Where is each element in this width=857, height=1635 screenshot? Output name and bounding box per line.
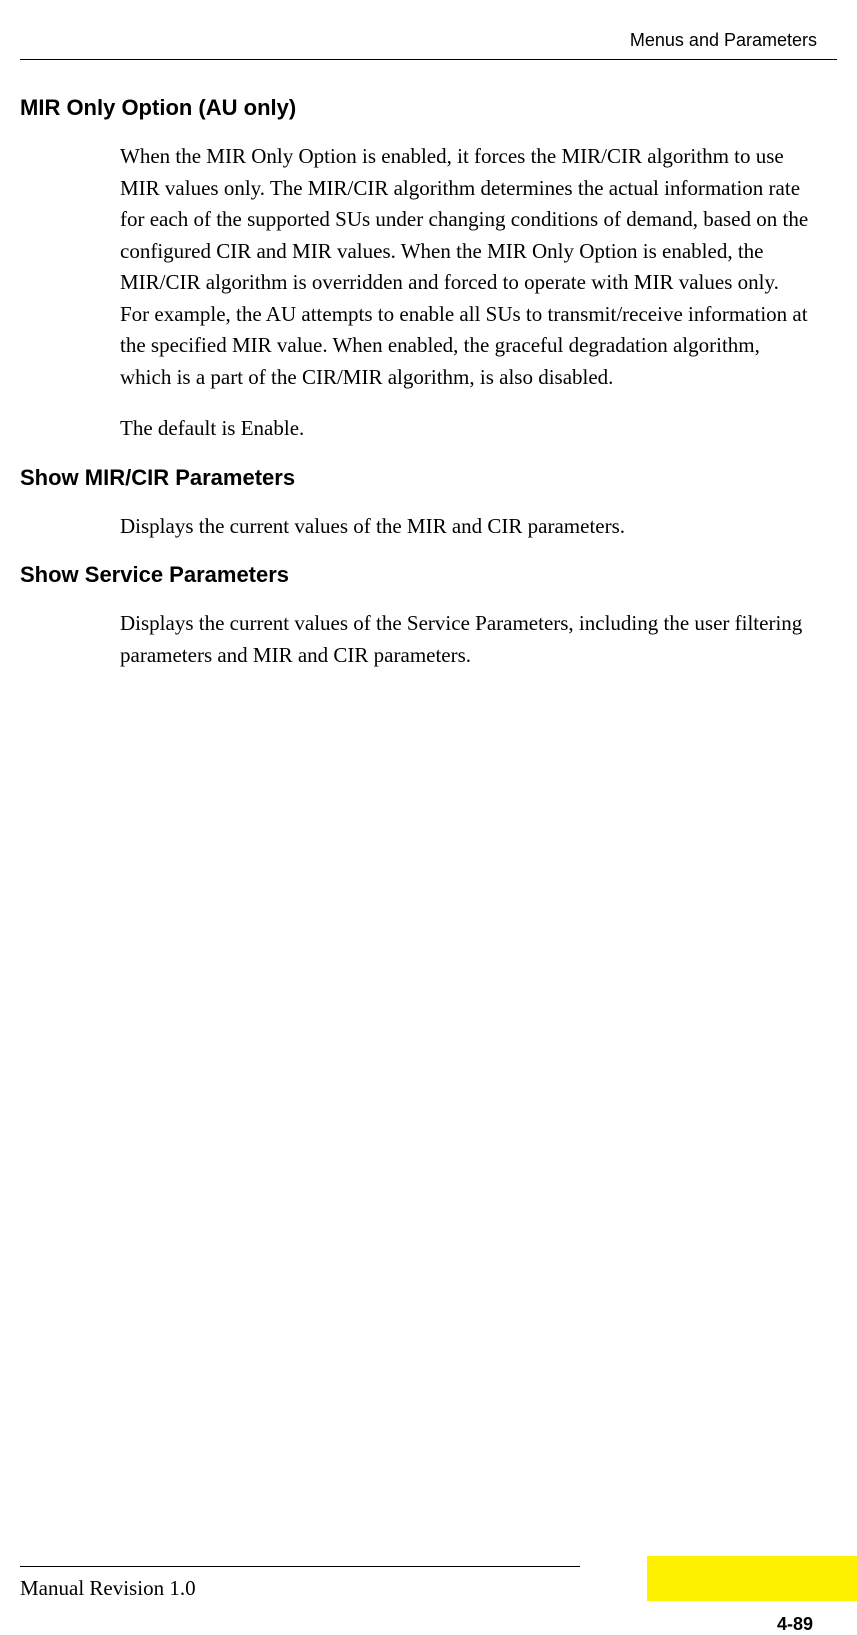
section-heading-show-service: Show Service Parameters — [20, 562, 837, 588]
section-heading-show-mir-cir: Show MIR/CIR Parameters — [20, 465, 837, 491]
body-paragraph: Displays the current values of the MIR a… — [120, 511, 812, 543]
page-number: 4-89 — [777, 1614, 813, 1635]
yellow-highlight-block — [647, 1556, 857, 1601]
page-content: MIR Only Option (AU only) When the MIR O… — [0, 95, 857, 671]
body-paragraph: When the MIR Only Option is enabled, it … — [120, 141, 812, 393]
page-header: Menus and Parameters — [20, 30, 837, 60]
body-paragraph: Displays the current values of the Servi… — [120, 608, 812, 671]
section-heading-mir-only: MIR Only Option (AU only) — [20, 95, 837, 121]
footer-revision: Manual Revision 1.0 — [20, 1576, 196, 1601]
footer-divider — [20, 1566, 580, 1567]
body-paragraph: The default is Enable. — [120, 413, 812, 445]
header-title: Menus and Parameters — [630, 30, 817, 50]
